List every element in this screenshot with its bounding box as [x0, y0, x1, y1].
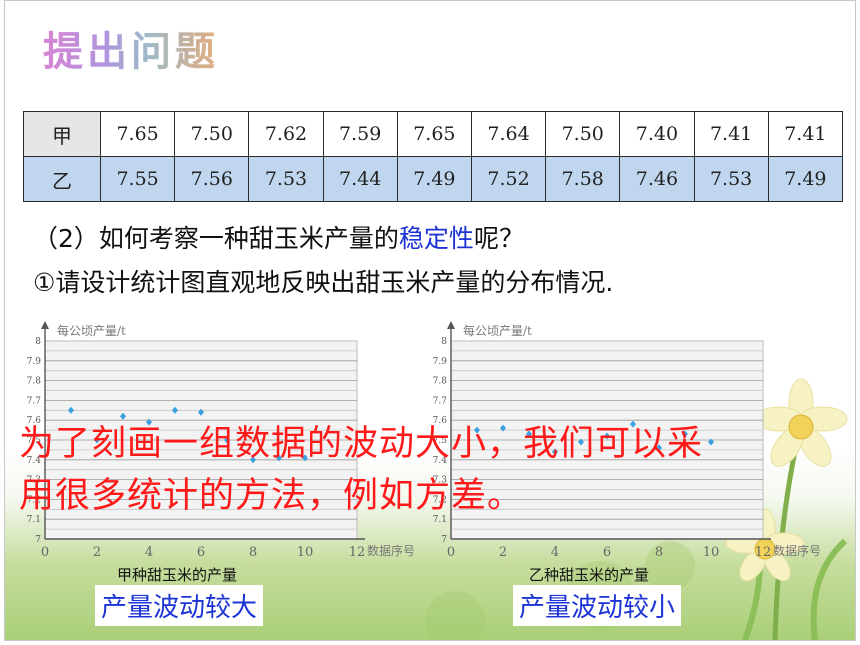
- row-label: 甲: [23, 111, 101, 157]
- table-cell: 7.65: [396, 111, 472, 157]
- x-tick-label: 0: [447, 545, 455, 560]
- y-tick-label: 7.9: [27, 357, 42, 367]
- x-axis-label: 数据序号: [773, 543, 821, 558]
- table-cell: 7.40: [619, 111, 695, 157]
- table-cell: 7.53: [693, 156, 769, 202]
- table-cell: 7.41: [767, 111, 844, 157]
- chart-yi-caption: 乙种甜玉米的产量: [529, 566, 650, 584]
- page-title: 提出问题: [43, 19, 219, 77]
- question-text: （2）如何考察一种甜玉米产量的稳定性呢？: [33, 219, 524, 255]
- y-tick-label: 7: [441, 535, 447, 545]
- x-axis-label: 数据序号: [367, 543, 415, 558]
- chart-jia-verdict: 产量波动较大: [95, 585, 264, 626]
- x-tick-label: 12: [755, 545, 772, 560]
- y-tick-label: 7.9: [433, 357, 448, 367]
- table-cell: 7.52: [470, 156, 547, 202]
- table-cell: 7.62: [248, 111, 324, 157]
- table-cell: 7.65: [99, 111, 176, 157]
- table-row: 甲 7.65 7.50 7.62 7.59 7.65 7.64 7.50 7.40 7.41 7.4…: [23, 111, 844, 157]
- table-row: 乙 7.55 7.56 7.53 7.44 7.49 7.52 7.58 7.46 7.53 7.4…: [23, 156, 844, 202]
- x-tick-label: 12: [349, 545, 366, 560]
- x-tick-label: 8: [249, 545, 257, 560]
- chart-yi-verdict: 产量波动较小: [513, 585, 682, 626]
- table-cell: 7.56: [174, 156, 250, 202]
- question-suffix: 呢？: [473, 224, 524, 253]
- table-cell: 7.46: [619, 156, 695, 202]
- yield-table: 甲 7.65 7.50 7.62 7.59 7.65 7.64 7.50 7.40 7.41 7.4…: [23, 111, 844, 202]
- x-tick-label: 0: [41, 545, 49, 560]
- x-tick-label: 4: [551, 545, 559, 560]
- table-cell: 7.50: [545, 111, 621, 157]
- slide: 提出问题 甲 7.65 7.50 7.62 7.59 7.65 7.64 7.50 7.40 7.…: [4, 0, 856, 641]
- table-cell: 7.49: [767, 156, 844, 202]
- y-axis-arrow-icon: [447, 321, 455, 329]
- question-highlight: 稳定性: [398, 224, 474, 253]
- x-tick-label: 6: [197, 545, 205, 560]
- y-tick-label: 7.7: [27, 396, 42, 406]
- bokeh-decoration: [425, 591, 485, 640]
- table-cell: 7.53: [248, 156, 324, 202]
- y-tick-label: 8: [441, 337, 447, 347]
- x-tick-label: 6: [603, 545, 611, 560]
- chart-jia-caption: 甲种甜玉米的产量: [117, 566, 238, 584]
- row-label: 乙: [23, 156, 101, 202]
- x-tick-label: 8: [655, 545, 663, 560]
- y-tick-label: 8: [35, 337, 41, 347]
- x-tick-label: 4: [145, 545, 153, 560]
- table-cell: 7.41: [693, 111, 769, 157]
- y-axis-arrow-icon: [41, 321, 49, 329]
- y-tick-label: 7.8: [433, 377, 448, 387]
- x-tick-label: 2: [499, 545, 507, 560]
- y-axis-label: 每公顷产量/t: [463, 323, 532, 338]
- y-tick-label: 7.8: [27, 377, 42, 387]
- task-text: ①请设计统计图直观地反映出甜玉米产量的分布情况.: [33, 268, 614, 297]
- y-tick-label: 7.7: [433, 396, 448, 406]
- overlay-line-2: 用很多统计的方法，例如方差。: [19, 476, 524, 516]
- question-prefix: （2）如何考察一种甜玉米产量的: [33, 224, 399, 253]
- table-cell: 7.58: [545, 156, 621, 202]
- overlay-line-1: 为了刻画一组数据的波动大小，我们可以采: [19, 424, 704, 464]
- table-cell: 7.55: [99, 156, 176, 202]
- y-axis-label: 每公顷产量/t: [57, 323, 126, 338]
- table-cell: 7.64: [470, 111, 547, 157]
- table-cell: 7.50: [174, 111, 250, 157]
- x-tick-label: 10: [297, 545, 314, 560]
- table-cell: 7.59: [322, 111, 398, 157]
- x-tick-label: 10: [703, 545, 720, 560]
- x-tick-label: 2: [93, 545, 101, 560]
- y-tick-label: 7: [35, 535, 41, 545]
- table-cell: 7.49: [396, 156, 472, 202]
- table-cell: 7.44: [322, 156, 398, 202]
